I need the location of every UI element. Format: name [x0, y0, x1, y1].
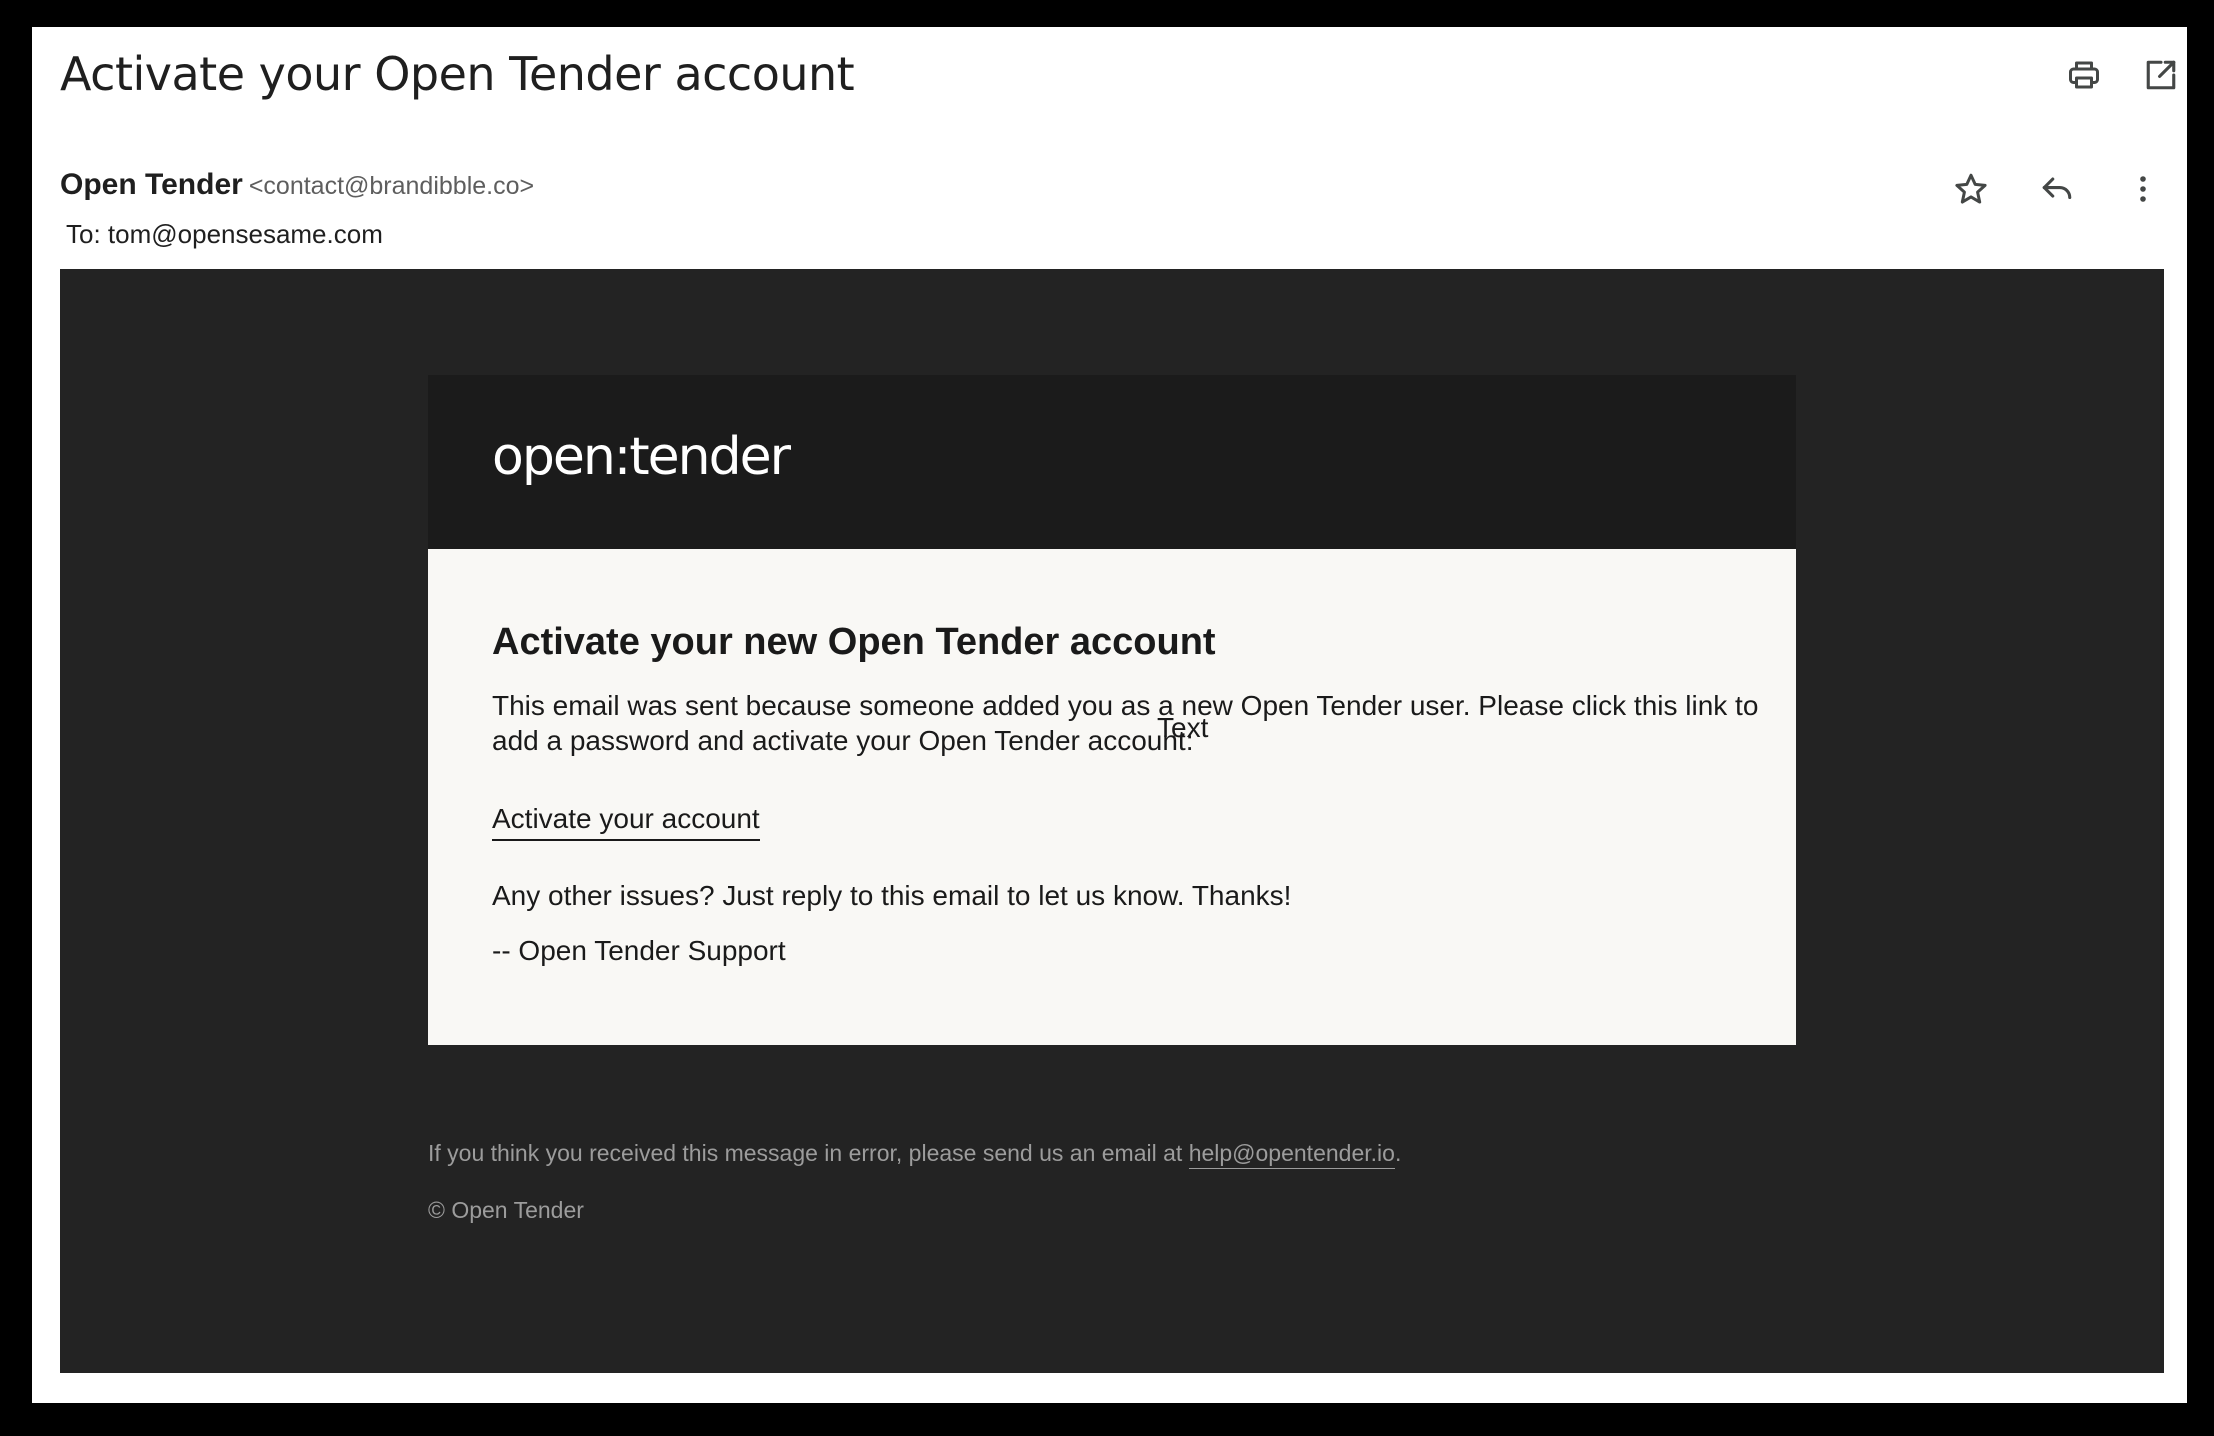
open-tender-logo: open:tender — [492, 427, 791, 487]
star-icon — [1955, 173, 1987, 204]
footer-note-prefix: If you think you received this message i… — [428, 1140, 1189, 1166]
open-in-new-window-icon — [2146, 60, 2176, 90]
more-vertical-icon — [2140, 176, 2146, 202]
sender-email: <contact@brandibble.co> — [248, 172, 535, 200]
email-message-card: Activate your new Open Tender account Th… — [428, 549, 1796, 1045]
issues-text: Any other issues? Just reply to this ema… — [492, 880, 1292, 911]
email-body: open:tender Activate your new Open Tende… — [60, 269, 2164, 1373]
star-button[interactable] — [1943, 161, 1999, 217]
printer-icon — [2069, 61, 2099, 89]
signoff-text: -- Open Tender Support — [492, 935, 786, 966]
message-heading: Activate your new Open Tender account — [492, 621, 1216, 663]
activate-account-link[interactable]: Activate your account — [492, 803, 760, 841]
recipient-line: To: tom@opensesame.com — [66, 219, 383, 249]
support-email-link[interactable]: help@opentender.io — [1188, 1140, 1395, 1169]
footer-note: If you think you received this message i… — [428, 1140, 1402, 1169]
print-button[interactable] — [2056, 47, 2112, 103]
open-in-new-window-button[interactable] — [2133, 47, 2189, 103]
footer-copyright: © Open Tender — [428, 1197, 584, 1223]
footer-note-suffix: . — [1394, 1140, 1402, 1166]
email-subject: Activate your Open Tender account — [60, 47, 855, 101]
email-brand-header: open:tender — [428, 375, 1796, 549]
more-options-button[interactable] — [2115, 161, 2171, 217]
reply-icon — [2042, 177, 2072, 200]
reply-button[interactable] — [2029, 161, 2085, 217]
email-viewer-window: Activate your Open Tender account Open T… — [32, 27, 2187, 1403]
sender-name[interactable]: Open Tender — [60, 168, 243, 201]
sender-line: Open Tender <contact@brandibble.co> — [60, 168, 534, 202]
stray-text-label: Text — [1157, 712, 1209, 743]
message-body: This email was sent because someone adde… — [492, 690, 1759, 756]
